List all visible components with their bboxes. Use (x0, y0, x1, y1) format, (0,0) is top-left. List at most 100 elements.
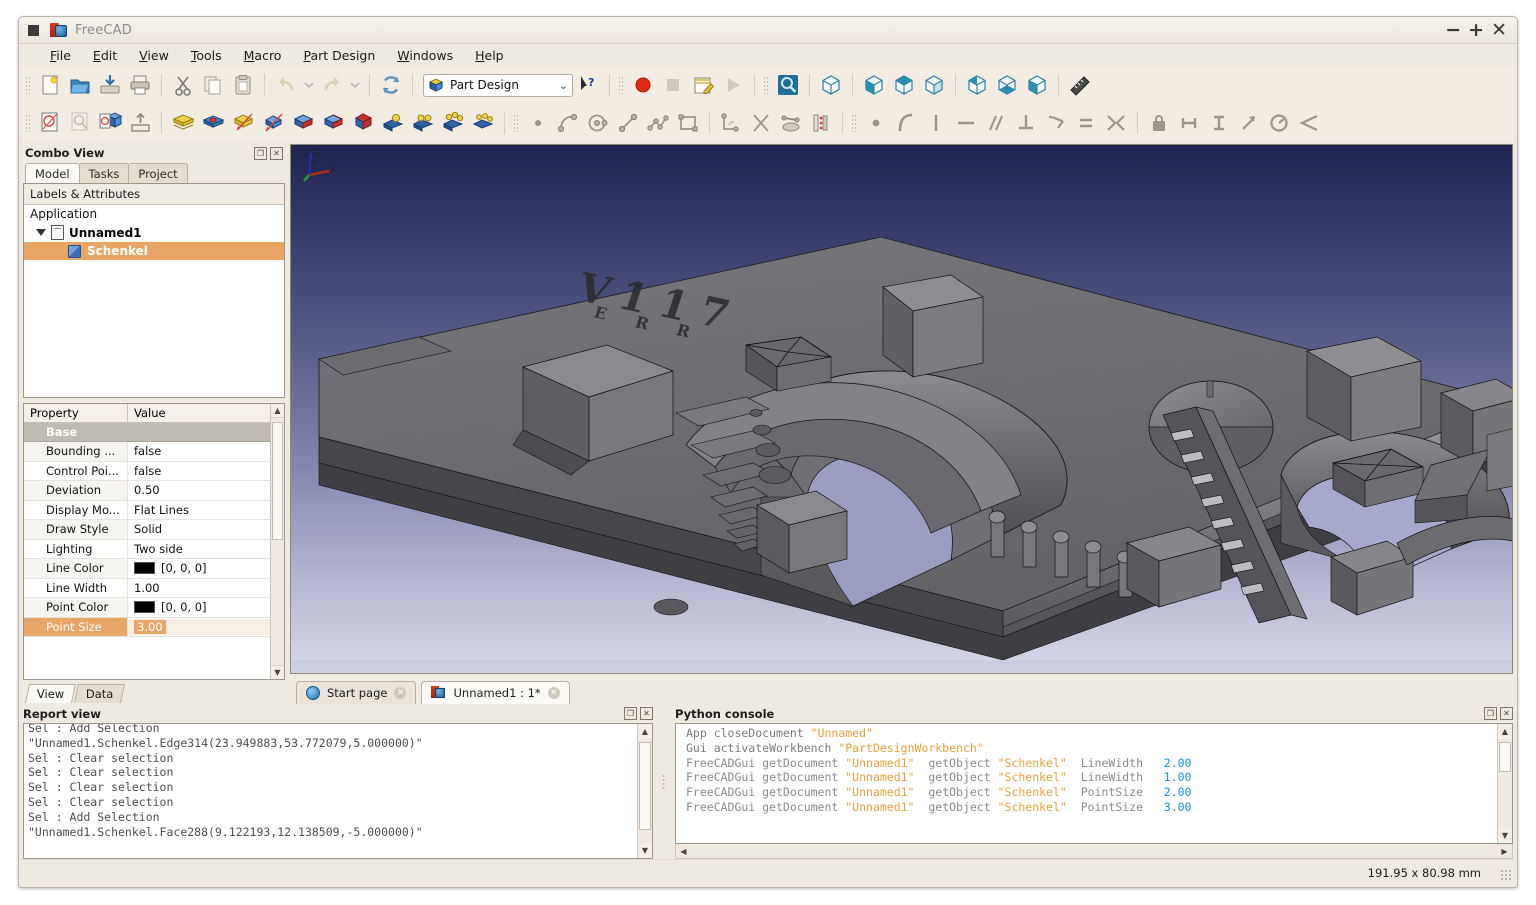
scrollbar-thumb[interactable] (639, 742, 651, 830)
undo-icon[interactable] (271, 70, 301, 100)
paste-icon[interactable] (228, 70, 258, 100)
close-icon[interactable]: ✕ (1500, 707, 1513, 720)
property-row-point-color[interactable]: Point Color [0, 0, 0] (24, 598, 284, 618)
view-toolbar-grip[interactable] (763, 76, 768, 94)
scroll-up-icon[interactable]: ▲ (638, 724, 653, 739)
save-document-icon[interactable] (95, 70, 125, 100)
constrain-symmetric-icon[interactable] (1101, 108, 1131, 138)
rear-view-icon[interactable] (962, 70, 992, 100)
property-row-lighting[interactable]: Lighting Two side (24, 540, 284, 560)
document-tab-start-page[interactable]: Start page ✕ (296, 681, 416, 704)
tab-view[interactable]: View (25, 684, 76, 703)
circle-icon[interactable] (583, 108, 613, 138)
draft-icon[interactable] (348, 108, 378, 138)
macro-toolbar-grip[interactable] (618, 76, 623, 94)
property-value[interactable]: 1.00 (128, 581, 284, 595)
redo-icon[interactable] (317, 70, 347, 100)
property-row-point-size[interactable]: Point Size 3.00 ▲▼ (24, 618, 284, 638)
scroll-down-icon[interactable]: ▼ (1498, 828, 1513, 843)
constraints-grip[interactable] (851, 114, 856, 132)
float-icon[interactable]: ❐ (1484, 707, 1497, 720)
macro-edit-icon[interactable] (688, 70, 718, 100)
sketcher-toolbar-grip[interactable] (25, 114, 30, 132)
pocket-icon[interactable] (198, 108, 228, 138)
refresh-icon[interactable] (376, 70, 406, 100)
menu-edit[interactable]: Edit (82, 46, 128, 65)
chevron-down-icon[interactable] (36, 229, 46, 236)
float-icon[interactable]: ❐ (254, 147, 267, 160)
external-geometry-icon[interactable] (746, 108, 776, 138)
leave-sketch-icon[interactable] (125, 108, 155, 138)
property-value[interactable]: Solid (128, 522, 284, 536)
close-button[interactable]: ✕ (1491, 21, 1507, 40)
redo-dropdown-icon[interactable] (347, 70, 363, 100)
new-document-icon[interactable] (35, 70, 65, 100)
tree-item-document[interactable]: Unnamed1 (24, 223, 284, 242)
property-value[interactable]: Flat Lines (128, 503, 284, 517)
model-tree[interactable]: Labels & Attributes Application Unnamed1… (23, 183, 285, 398)
polyline-icon[interactable] (643, 108, 673, 138)
property-row-bounding-box[interactable]: Bounding ... false (24, 442, 284, 462)
constrain-perpendicular-icon[interactable] (1011, 108, 1041, 138)
property-row-draw-style[interactable]: Draw Style Solid (24, 520, 284, 540)
menu-tools[interactable]: Tools (180, 46, 233, 65)
document-tab-unnamed1[interactable]: Unnamed1 : 1* ✕ (421, 681, 569, 704)
dock-splitter[interactable] (657, 704, 671, 859)
tab-model[interactable]: Model (25, 163, 80, 184)
menu-part-design[interactable]: Part Design (292, 46, 386, 65)
revolution-icon[interactable] (228, 108, 258, 138)
right-view-icon[interactable] (919, 70, 949, 100)
arc-icon[interactable] (553, 108, 583, 138)
property-value[interactable]: Two side (128, 542, 284, 556)
workbench-selector[interactable]: Part Design ⌄ (423, 74, 573, 97)
front-view-icon[interactable] (859, 70, 889, 100)
menu-help[interactable]: Help (464, 46, 515, 65)
system-menu-icon[interactable] (28, 25, 39, 36)
groove-icon[interactable] (258, 108, 288, 138)
linear-pattern-icon[interactable] (408, 108, 438, 138)
pad-icon[interactable] (168, 108, 198, 138)
constrain-horizontal-icon[interactable] (951, 108, 981, 138)
color-swatch[interactable] (134, 562, 155, 574)
undo-dropdown-icon[interactable] (301, 70, 317, 100)
point-size-input[interactable]: 3.00 (134, 620, 166, 634)
3d-viewport[interactable]: V 1 1 7 E R R (290, 144, 1513, 674)
constrain-distance-icon[interactable] (1234, 108, 1264, 138)
tree-item-schenkel[interactable]: Schenkel (24, 242, 284, 260)
create-sketch-icon[interactable] (35, 108, 65, 138)
constrain-point-object-icon[interactable] (891, 108, 921, 138)
multi-transform-icon[interactable] (468, 108, 498, 138)
sketcher-geometry-grip[interactable] (513, 114, 518, 132)
property-scrollbar[interactable]: ▲ ▼ (270, 404, 284, 679)
maximize-button[interactable]: + (1468, 21, 1484, 40)
point-icon[interactable] (523, 108, 553, 138)
scroll-left-icon[interactable]: ◀ (676, 845, 691, 858)
property-row-control-points[interactable]: Control Poi... false (24, 462, 284, 482)
construction-mode-icon[interactable] (776, 108, 806, 138)
resize-grip[interactable] (1500, 869, 1513, 882)
constrain-coincident-icon[interactable] (861, 108, 891, 138)
trim-icon[interactable] (716, 108, 746, 138)
color-swatch[interactable] (134, 601, 155, 613)
menu-view[interactable]: View (128, 46, 180, 65)
constrain-vertical-icon[interactable] (921, 108, 951, 138)
python-scrollbar[interactable]: ▲ ▼ (1497, 724, 1512, 843)
property-value[interactable]: false (128, 464, 284, 478)
scroll-down-icon[interactable]: ▼ (638, 843, 653, 858)
scroll-down-icon[interactable]: ▼ (271, 665, 285, 679)
toolbar-grip[interactable] (25, 76, 30, 94)
property-row-line-color[interactable]: Line Color [0, 0, 0] (24, 559, 284, 579)
constrain-tangent-icon[interactable] (1041, 108, 1071, 138)
float-icon[interactable]: ❐ (624, 707, 637, 720)
scroll-right-icon[interactable]: ▶ (1497, 845, 1512, 858)
close-icon[interactable]: ✕ (270, 147, 283, 160)
scrollbar-thumb[interactable] (1499, 742, 1511, 772)
mirrored-icon[interactable] (378, 108, 408, 138)
property-value-container[interactable]: [0, 0, 0] (128, 561, 284, 575)
clone-icon[interactable] (806, 108, 836, 138)
rectangle-icon[interactable] (673, 108, 703, 138)
constrain-radius-icon[interactable] (1264, 108, 1294, 138)
macro-stop-icon[interactable] (658, 70, 688, 100)
chevron-down-icon[interactable]: ⌄ (559, 79, 568, 92)
report-scrollbar[interactable]: ▲ ▼ (637, 724, 652, 858)
